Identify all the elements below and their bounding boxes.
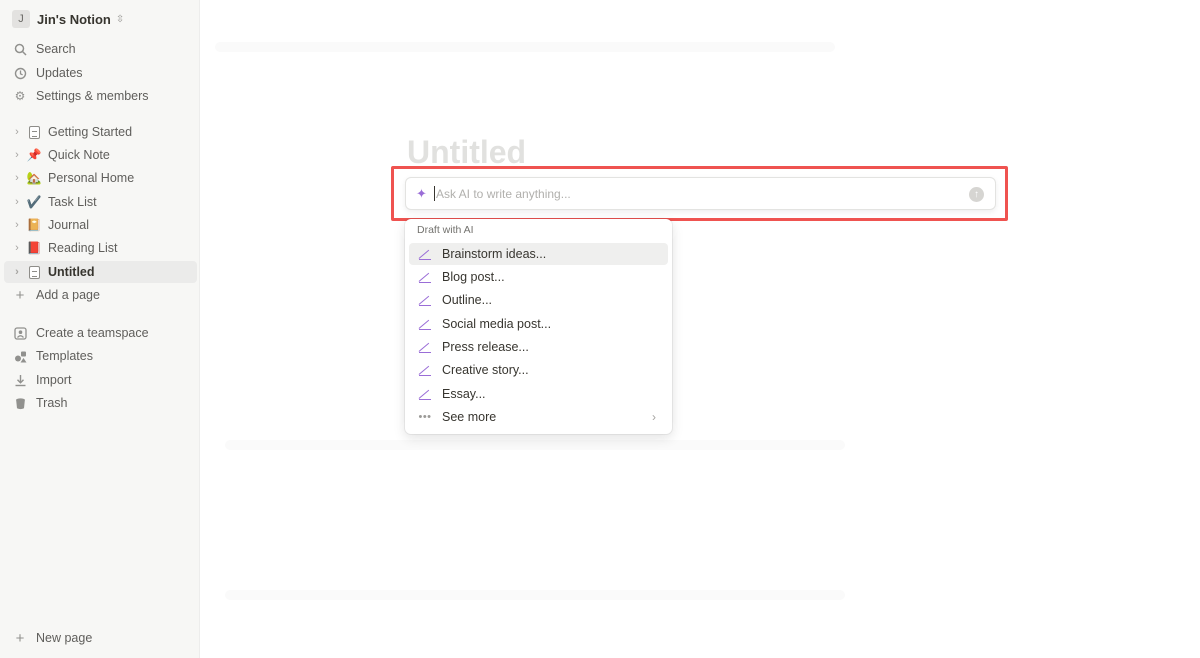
pen-icon	[417, 364, 433, 376]
sidebar-item-label: Import	[36, 373, 72, 387]
menu-item-label: Outline...	[442, 293, 493, 307]
sidebar-item-import[interactable]: Import	[4, 369, 197, 391]
sidebar-item-label: Personal Home	[48, 171, 135, 185]
sidebar-item-label: Templates	[36, 349, 93, 363]
checkmark-icon: ✔️	[26, 195, 42, 209]
sidebar-page-reading-list[interactable]: › 📕 Reading List	[4, 237, 197, 259]
sidebar-item-label: Add a page	[36, 288, 100, 302]
sidebar-page-quick-note[interactable]: › 📌 Quick Note	[4, 144, 197, 166]
menu-item-outline[interactable]: Outline...	[409, 289, 668, 311]
sidebar-item-label: Create a teamspace	[36, 326, 149, 340]
pen-icon	[417, 388, 433, 400]
pen-icon	[417, 318, 433, 330]
pen-icon	[417, 341, 433, 353]
ai-prompt-input[interactable]	[435, 186, 955, 201]
ai-prompt-bar[interactable]: ✦ ↑	[405, 177, 996, 210]
background-blur	[225, 590, 845, 600]
sidebar: J Jin's Notion ⇳ Search Updates ⚙ Settin…	[0, 0, 200, 658]
more-dots-icon: •••	[418, 411, 432, 423]
chevron-right-icon[interactable]: ›	[11, 196, 23, 208]
teamspace-icon	[12, 325, 28, 341]
chevron-right-icon[interactable]: ›	[11, 149, 23, 161]
menu-item-brainstorm[interactable]: Brainstorm ideas...	[409, 243, 668, 265]
ai-suggestions-menu: Draft with AI Brainstorm ideas... Blog p…	[405, 219, 672, 434]
background-blur	[215, 42, 835, 52]
workspace-switcher[interactable]: J Jin's Notion ⇳	[12, 9, 124, 29]
chevron-right-icon[interactable]: ›	[11, 126, 23, 138]
sidebar-item-label: Reading List	[48, 241, 118, 255]
pen-icon	[417, 294, 433, 306]
sidebar-item-label: Journal	[48, 218, 89, 232]
gear-icon: ⚙	[14, 89, 26, 103]
menu-item-social-media-post[interactable]: Social media post...	[409, 313, 668, 335]
download-icon	[12, 372, 28, 388]
workspace-name: Jin's Notion	[37, 11, 111, 27]
plus-icon: +	[15, 629, 25, 647]
chevron-right-icon: ›	[652, 410, 656, 424]
menu-item-label: Creative story...	[442, 363, 529, 377]
send-arrow-icon[interactable]: ↑	[969, 187, 984, 202]
chevron-right-icon[interactable]: ›	[11, 219, 23, 231]
menu-item-press-release[interactable]: Press release...	[409, 336, 668, 358]
sidebar-item-settings[interactable]: ⚙ Settings & members	[4, 85, 197, 107]
notebook-icon: 📔	[26, 218, 42, 232]
menu-item-label: See more	[442, 410, 497, 424]
sidebar-item-trash[interactable]: Trash	[4, 392, 197, 414]
chevron-right-icon[interactable]: ›	[11, 242, 23, 254]
sidebar-item-create-teamspace[interactable]: Create a teamspace	[4, 322, 197, 344]
menu-item-label: Essay...	[442, 387, 486, 401]
sidebar-page-personal-home[interactable]: › 🏡 Personal Home	[4, 167, 197, 189]
sidebar-item-label: Settings & members	[36, 89, 149, 103]
house-icon: 🏡	[26, 171, 42, 185]
pushpin-icon: 📌	[26, 148, 42, 162]
search-icon	[12, 41, 28, 57]
background-blur	[225, 440, 845, 450]
sidebar-item-label: Untitled	[48, 265, 95, 279]
sidebar-item-label: Getting Started	[48, 125, 133, 139]
sidebar-item-search[interactable]: Search	[4, 38, 197, 60]
menu-item-creative-story[interactable]: Creative story...	[409, 359, 668, 381]
menu-item-label: Social media post...	[442, 317, 552, 331]
menu-heading: Draft with AI	[417, 224, 474, 236]
pen-icon	[417, 271, 433, 283]
menu-item-label: Brainstorm ideas...	[442, 247, 547, 261]
sidebar-item-label: Search	[36, 42, 76, 56]
plus-icon: +	[15, 286, 25, 304]
sidebar-item-templates[interactable]: Templates	[4, 345, 197, 367]
chevron-right-icon[interactable]: ›	[11, 172, 23, 184]
sidebar-item-label: New page	[36, 631, 93, 645]
new-page-button[interactable]: + New page	[4, 627, 197, 649]
book-icon: 📕	[26, 241, 42, 255]
sidebar-item-updates[interactable]: Updates	[4, 62, 197, 84]
sidebar-item-label: Task List	[48, 195, 97, 209]
menu-item-label: Blog post...	[442, 270, 505, 284]
menu-item-blog-post[interactable]: Blog post...	[409, 266, 668, 288]
pen-icon	[417, 248, 433, 260]
sidebar-page-journal[interactable]: › 📔 Journal	[4, 214, 197, 236]
sidebar-page-getting-started[interactable]: › Getting Started	[4, 121, 197, 143]
chevron-right-icon[interactable]: ›	[11, 266, 23, 278]
add-page-button[interactable]: + Add a page	[4, 284, 197, 306]
page-icon	[26, 124, 42, 140]
clock-icon	[12, 65, 28, 81]
workspace-avatar: J	[12, 10, 30, 28]
sidebar-page-task-list[interactable]: › ✔️ Task List	[4, 191, 197, 213]
shapes-icon	[12, 348, 28, 364]
menu-item-see-more[interactable]: ••• See more ›	[409, 406, 668, 428]
menu-item-label: Press release...	[442, 340, 529, 354]
sidebar-page-untitled[interactable]: › Untitled	[4, 261, 197, 283]
menu-item-essay[interactable]: Essay...	[409, 383, 668, 405]
sidebar-item-label: Updates	[36, 66, 83, 80]
sparkle-icon: ✦	[416, 185, 427, 201]
sidebar-item-label: Quick Note	[48, 148, 110, 162]
trash-icon	[12, 395, 28, 411]
chevron-updown-icon: ⇳	[115, 13, 125, 25]
sidebar-item-label: Trash	[36, 396, 68, 410]
page-icon	[26, 264, 42, 280]
